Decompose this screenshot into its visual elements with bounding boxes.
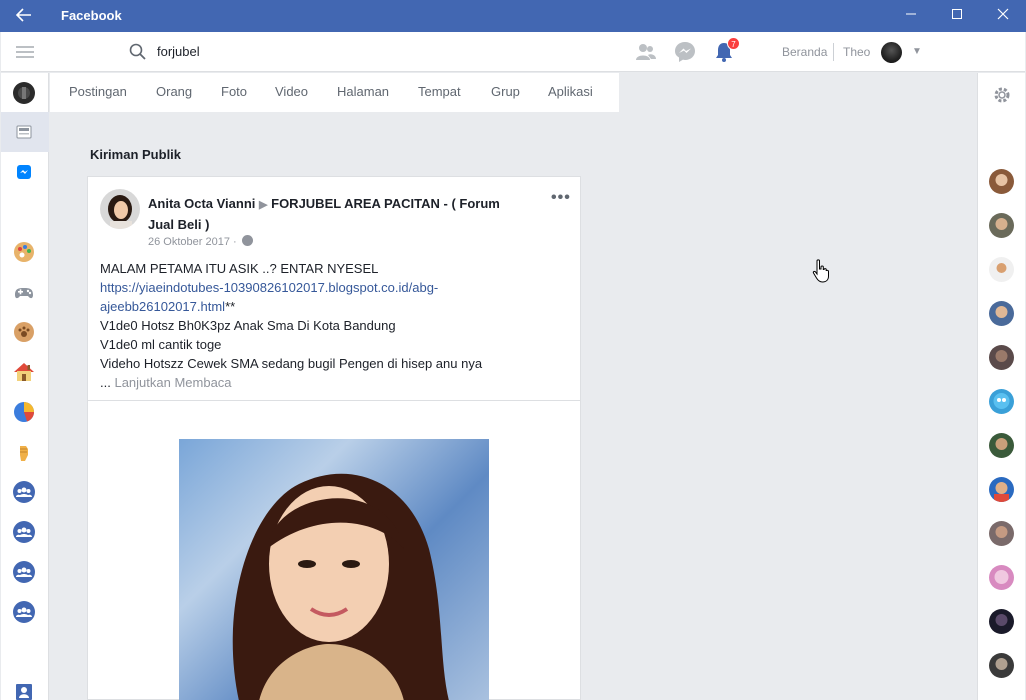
friend-avatar[interactable] <box>989 257 1014 282</box>
arrow-right-icon: ▶ <box>259 199 268 211</box>
tab-halaman[interactable]: Halaman <box>337 84 389 99</box>
read-more-line: ... Lanjutkan Membaca <box>100 373 530 392</box>
search-filter-tabs: Postingan Orang Foto Video Halaman Tempa… <box>50 73 619 112</box>
friend-avatar[interactable] <box>989 433 1014 458</box>
palette-icon[interactable] <box>12 240 36 264</box>
friend-avatar[interactable] <box>989 301 1014 326</box>
read-more-link[interactable]: Lanjutkan Membaca <box>114 375 231 390</box>
tab-orang[interactable]: Orang <box>156 84 192 99</box>
hand-cursor-icon <box>812 259 830 283</box>
friend-avatar[interactable] <box>989 213 1014 238</box>
left-rail <box>1 73 49 700</box>
friend-avatar[interactable] <box>989 521 1014 546</box>
section-title: Kiriman Publik <box>90 147 182 162</box>
post-link-line: https://yiaeindotubes-10390826102017.blo… <box>100 278 530 297</box>
author-avatar[interactable] <box>100 189 140 229</box>
window-titlebar: Facebook <box>0 0 1026 32</box>
author-name-link[interactable]: Anita Octa Vianni <box>148 196 255 211</box>
globe-icon <box>241 235 253 246</box>
tab-tempat[interactable]: Tempat <box>418 84 461 99</box>
top-bar: forjubel 7 Beranda Theo ▼ <box>1 32 1025 72</box>
menu-icon[interactable] <box>16 46 34 58</box>
gear-icon[interactable] <box>992 85 1012 105</box>
post-header: Anita Octa Vianni ▶ FORJUBEL AREA PACITA… <box>148 194 528 234</box>
post-line: Videho Hotszz Cewek SMA sedang bugil Pen… <box>100 356 483 371</box>
messenger-icon[interactable] <box>12 160 36 184</box>
post-date-link[interactable]: 26 Oktober 2017 <box>148 236 230 248</box>
news-feed-icon[interactable] <box>12 120 36 144</box>
friend-avatar[interactable] <box>989 389 1014 414</box>
contact-icon[interactable] <box>12 680 36 700</box>
group-icon[interactable] <box>12 600 36 624</box>
post-photo[interactable] <box>179 439 489 700</box>
group-icon[interactable] <box>12 520 36 544</box>
friend-avatar[interactable] <box>989 609 1014 634</box>
group-icon[interactable] <box>12 480 36 504</box>
window-title: Facebook <box>61 8 122 23</box>
post-line: V1de0 Hotsz Bh0K3pz Anak Sma Di Kota Ban… <box>100 318 396 333</box>
post-link[interactable]: https://yiaeindotubes-10390826102017.blo… <box>100 280 438 295</box>
chevron-down-icon[interactable]: ▼ <box>912 46 922 57</box>
gamepad-icon[interactable] <box>12 280 36 304</box>
friend-avatar[interactable] <box>989 653 1014 678</box>
divider <box>833 43 834 61</box>
house-icon[interactable] <box>12 360 36 384</box>
more-options-icon[interactable]: ••• <box>551 189 571 207</box>
ellipsis: ... <box>100 375 111 390</box>
post-card: Anita Octa Vianni ▶ FORJUBEL AREA PACITA… <box>87 176 581 700</box>
close-icon[interactable] <box>980 0 1026 32</box>
post-link[interactable]: ajeebb26102017.html <box>100 299 225 314</box>
tab-video[interactable]: Video <box>275 84 308 99</box>
user-name-link[interactable]: Theo <box>843 45 870 59</box>
user-avatar[interactable] <box>881 42 902 63</box>
tab-grup[interactable]: Grup <box>491 84 520 99</box>
home-link[interactable]: Beranda <box>782 45 827 59</box>
friend-avatar[interactable] <box>989 169 1014 194</box>
group-icon[interactable] <box>12 560 36 584</box>
divider <box>88 400 580 401</box>
paw-icon[interactable] <box>12 320 36 344</box>
pie-chart-icon[interactable] <box>12 400 36 424</box>
maximize-icon[interactable] <box>934 0 980 32</box>
friend-avatar[interactable] <box>989 565 1014 590</box>
right-rail <box>977 73 1025 700</box>
search-icon[interactable] <box>128 42 148 62</box>
post-line: MALAM PETAMA ITU ASIK ..? ENTAR NYESEL <box>100 261 379 276</box>
post-link-line: ajeebb26102017.html** <box>100 297 530 316</box>
friend-avatar[interactable] <box>989 477 1014 502</box>
tab-postingan[interactable]: Postingan <box>69 84 127 99</box>
post-link-suffix: ** <box>225 299 236 314</box>
fist-icon[interactable] <box>12 440 36 464</box>
back-arrow-icon[interactable] <box>10 6 38 26</box>
messenger-icon[interactable] <box>673 40 697 64</box>
friend-avatar[interactable] <box>989 345 1014 370</box>
notification-count-badge: 7 <box>727 37 740 50</box>
search-input[interactable]: forjubel <box>157 44 200 59</box>
profile-avatar[interactable] <box>12 81 36 105</box>
tab-foto[interactable]: Foto <box>221 84 247 99</box>
post-text: MALAM PETAMA ITU ASIK ..? ENTAR NYESEL h… <box>100 259 530 392</box>
date-separator: · <box>233 236 237 248</box>
friends-icon[interactable] <box>634 40 658 64</box>
post-line: V1de0 ml cantik toge <box>100 337 222 352</box>
minimize-icon[interactable] <box>888 0 934 32</box>
post-date: 26 Oktober 2017 · <box>148 235 253 248</box>
tab-aplikasi[interactable]: Aplikasi <box>548 84 593 99</box>
